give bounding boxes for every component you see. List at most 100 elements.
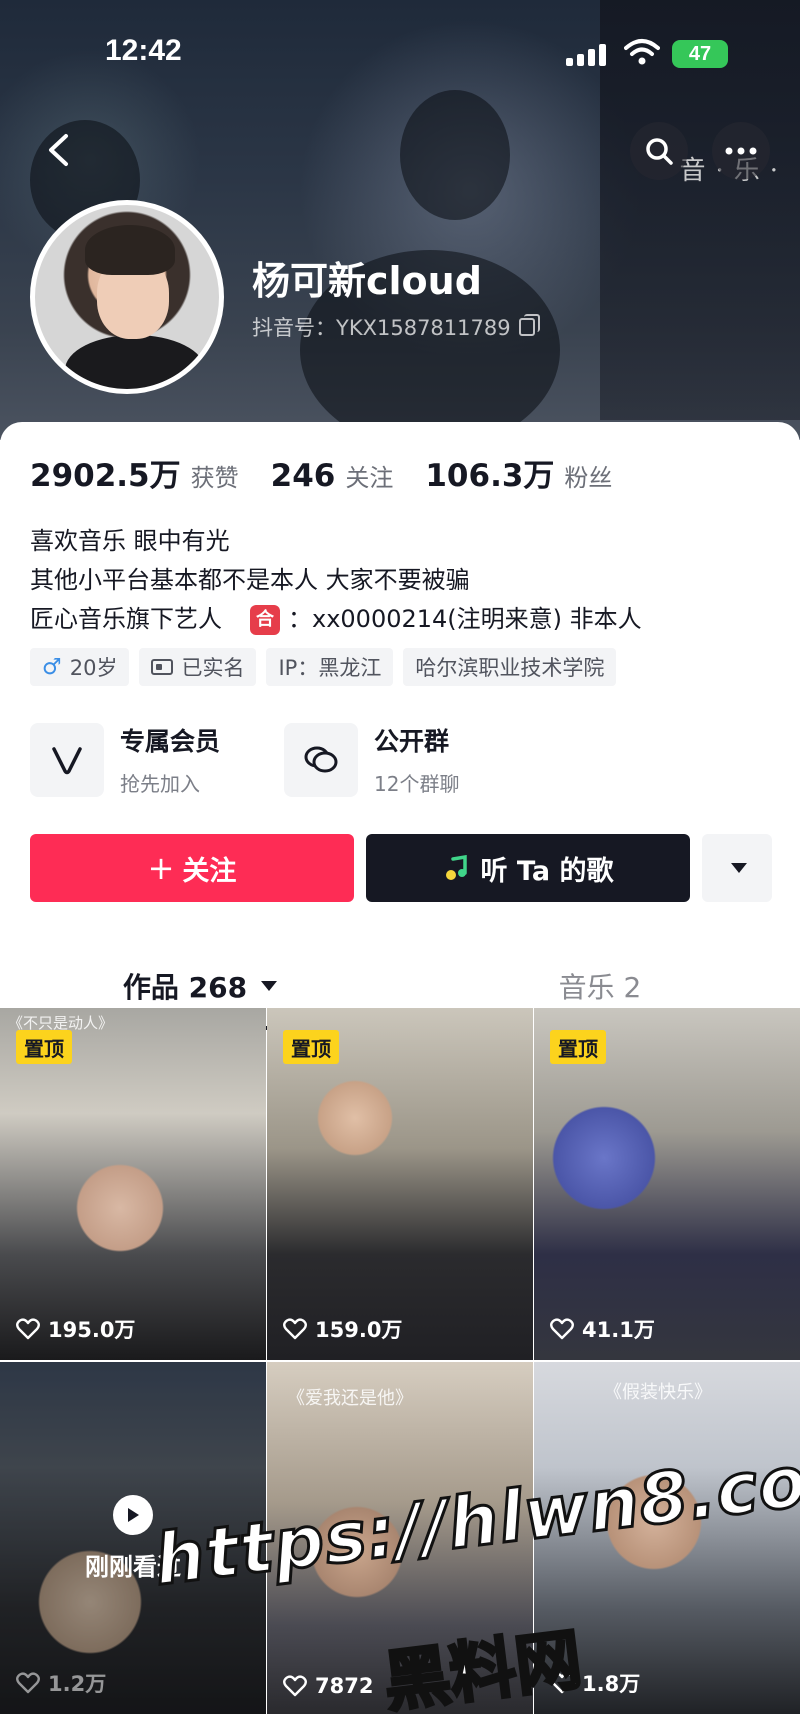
video-thumbnail[interactable]: 置顶 159.0万 — [267, 1008, 533, 1360]
avatar-body — [65, 335, 205, 389]
profile-id[interactable]: 抖音号：YKX1587811789 — [252, 312, 540, 342]
profile-features: 专属会员 抢先加入 公开群 12个群聊 — [30, 722, 498, 797]
video-likes: 1.2万 — [16, 1668, 106, 1698]
profile-tags: ♂ 20岁 已实名 IP：黑龙江 哈尔滨职业技术学院 — [30, 648, 617, 686]
tag-school[interactable]: 哈尔滨职业技术学院 — [403, 648, 617, 686]
tag-ip-text: IP：黑龙江 — [278, 656, 382, 680]
video-caption: 《爱我还是他》 — [287, 1388, 413, 1409]
video-likes: 159.0万 — [283, 1314, 402, 1344]
bio-line-2: 其他小平台基本都不是本人 大家不要被骗 — [30, 566, 470, 594]
tag-age-text: 20岁 — [69, 656, 118, 680]
listen-label: 听 Ta 的歌 — [480, 855, 614, 887]
bio-line-3-suffix: ：xx0000214(注明来意) 非本人 — [288, 605, 642, 633]
video-likes-count: 159.0万 — [315, 1318, 403, 1342]
video-likes: 1.8万 — [550, 1668, 640, 1698]
pinned-badge: 置顶 — [550, 1030, 606, 1064]
back-button[interactable] — [30, 122, 86, 178]
profile-stats: 2902.5万 获赞 246 关注 106.3万 粉丝 — [30, 450, 612, 495]
signal-icon — [566, 44, 608, 66]
ellipsis-icon — [725, 147, 757, 155]
profile-actions: + 关注 听 Ta 的歌 — [30, 834, 772, 902]
pinned-badge: 置顶 — [283, 1030, 339, 1064]
heart-icon — [550, 1672, 574, 1694]
video-likes-count: 1.2万 — [48, 1672, 107, 1696]
video-caption: 《假装快乐》 — [604, 1382, 712, 1403]
recently-viewed-label: 刚刚看过 — [85, 1552, 181, 1581]
tag-school-text: 哈尔滨职业技术学院 — [415, 656, 605, 680]
video-likes-count: 7872 — [315, 1674, 374, 1698]
search-icon — [646, 138, 673, 165]
heart-icon — [283, 1675, 307, 1697]
stat-label: 获赞 — [190, 464, 239, 492]
video-likes-count: 195.0万 — [48, 1318, 136, 1342]
status-bar: 12:42 47 — [0, 0, 800, 110]
recently-viewed-overlay: 刚刚看过 — [0, 1362, 266, 1714]
copy-icon[interactable] — [518, 314, 540, 336]
video-likes: 195.0万 — [16, 1314, 135, 1344]
profile-id-text: 抖音号：YKX1587811789 — [252, 316, 511, 340]
video-likes-count: 41.1万 — [582, 1318, 655, 1342]
feature-title: 公开群 — [374, 727, 450, 756]
heart-icon — [16, 1672, 40, 1694]
heart-icon — [550, 1318, 574, 1340]
tag-verified-text: 已实名 — [181, 656, 245, 680]
video-likes: 7872 — [283, 1674, 373, 1698]
listen-songs-button[interactable]: 听 Ta 的歌 — [366, 834, 690, 902]
video-thumbnail[interactable]: 《爱我还是他》 7872 — [267, 1362, 533, 1714]
wifi-icon — [624, 39, 660, 65]
video-thumbnail[interactable]: 刚刚看过 1.2万 — [0, 1362, 266, 1714]
stat-label: 关注 — [345, 464, 394, 492]
avatar[interactable] — [30, 200, 224, 394]
stat-value: 2902.5万 — [30, 458, 181, 494]
feature-title: 专属会员 — [120, 727, 221, 756]
bio-line-3: 匠心音乐旗下艺人 合 ：xx0000214(注明来意) 非本人 — [30, 600, 642, 639]
tag-age: ♂ 20岁 — [30, 648, 130, 686]
avatar-hair — [85, 225, 175, 275]
stat-value: 106.3万 — [425, 458, 555, 494]
stat-value: 246 — [270, 458, 336, 494]
music-note-icon — [445, 855, 467, 880]
play-icon — [113, 1494, 153, 1535]
expand-actions-button[interactable] — [702, 834, 772, 902]
video-likes: 41.1万 — [550, 1314, 655, 1344]
stat-following[interactable]: 246 关注 — [271, 458, 394, 494]
chevron-left-icon — [49, 134, 68, 166]
search-button[interactable] — [630, 122, 688, 180]
video-thumbnail[interactable]: 置顶 41.1万 — [534, 1008, 800, 1360]
plus-icon: + — [147, 849, 175, 887]
caret-down-icon — [731, 863, 747, 873]
feature-membership[interactable]: 专属会员 抢先加入 — [30, 722, 244, 797]
video-thumbnail[interactable]: 《假装快乐》 1.8万 — [534, 1362, 800, 1714]
profile-name: 杨可新cloud — [252, 259, 482, 303]
stat-label: 粉丝 — [564, 464, 613, 492]
follow-label: 关注 — [182, 855, 237, 887]
video-thumbnail[interactable]: 《不只是动人》 置顶 195.0万 — [0, 1008, 266, 1360]
tag-verified: 已实名 — [139, 648, 257, 686]
tab-music-label: 音乐 2 — [558, 971, 642, 1004]
pinned-badge: 置顶 — [16, 1030, 72, 1064]
stat-likes[interactable]: 2902.5万 获赞 — [30, 450, 239, 495]
stat-followers[interactable]: 106.3万 粉丝 — [425, 450, 612, 495]
video-likes-count: 1.8万 — [582, 1672, 641, 1696]
cooperation-badge-icon: 合 — [250, 604, 280, 635]
bio-line-1: 喜欢音乐 眼中有光 — [30, 527, 230, 555]
follow-button[interactable]: + 关注 — [30, 834, 354, 902]
tab-works-label: 作品 268 — [122, 971, 248, 1004]
feature-group-chat[interactable]: 公开群 12个群聊 — [284, 722, 498, 797]
profile-bio: 喜欢音乐 眼中有光 其他小平台基本都不是本人 大家不要被骗 匠心音乐旗下艺人 合… — [30, 522, 642, 639]
caret-down-icon — [261, 981, 278, 991]
feature-subtitle: 12个群聊 — [374, 772, 460, 796]
bio-line-3-prefix: 匠心音乐旗下艺人 — [30, 605, 222, 633]
video-grid: 《不只是动人》 置顶 195.0万 置顶 159.0万 置顶 41.1万 刚刚看… — [0, 1008, 800, 1714]
feature-subtitle: 抢先加入 — [120, 772, 200, 796]
heart-icon — [16, 1318, 40, 1340]
group-chat-icon — [284, 722, 358, 797]
id-card-icon — [151, 659, 174, 675]
membership-icon — [30, 722, 104, 797]
status-time: 12:42 — [105, 34, 182, 67]
heart-icon — [283, 1318, 307, 1340]
more-options-button[interactable] — [712, 122, 770, 180]
tag-ip: IP：黑龙江 — [266, 648, 394, 686]
battery-indicator: 47 — [672, 40, 728, 68]
male-icon: ♂ — [42, 654, 62, 680]
